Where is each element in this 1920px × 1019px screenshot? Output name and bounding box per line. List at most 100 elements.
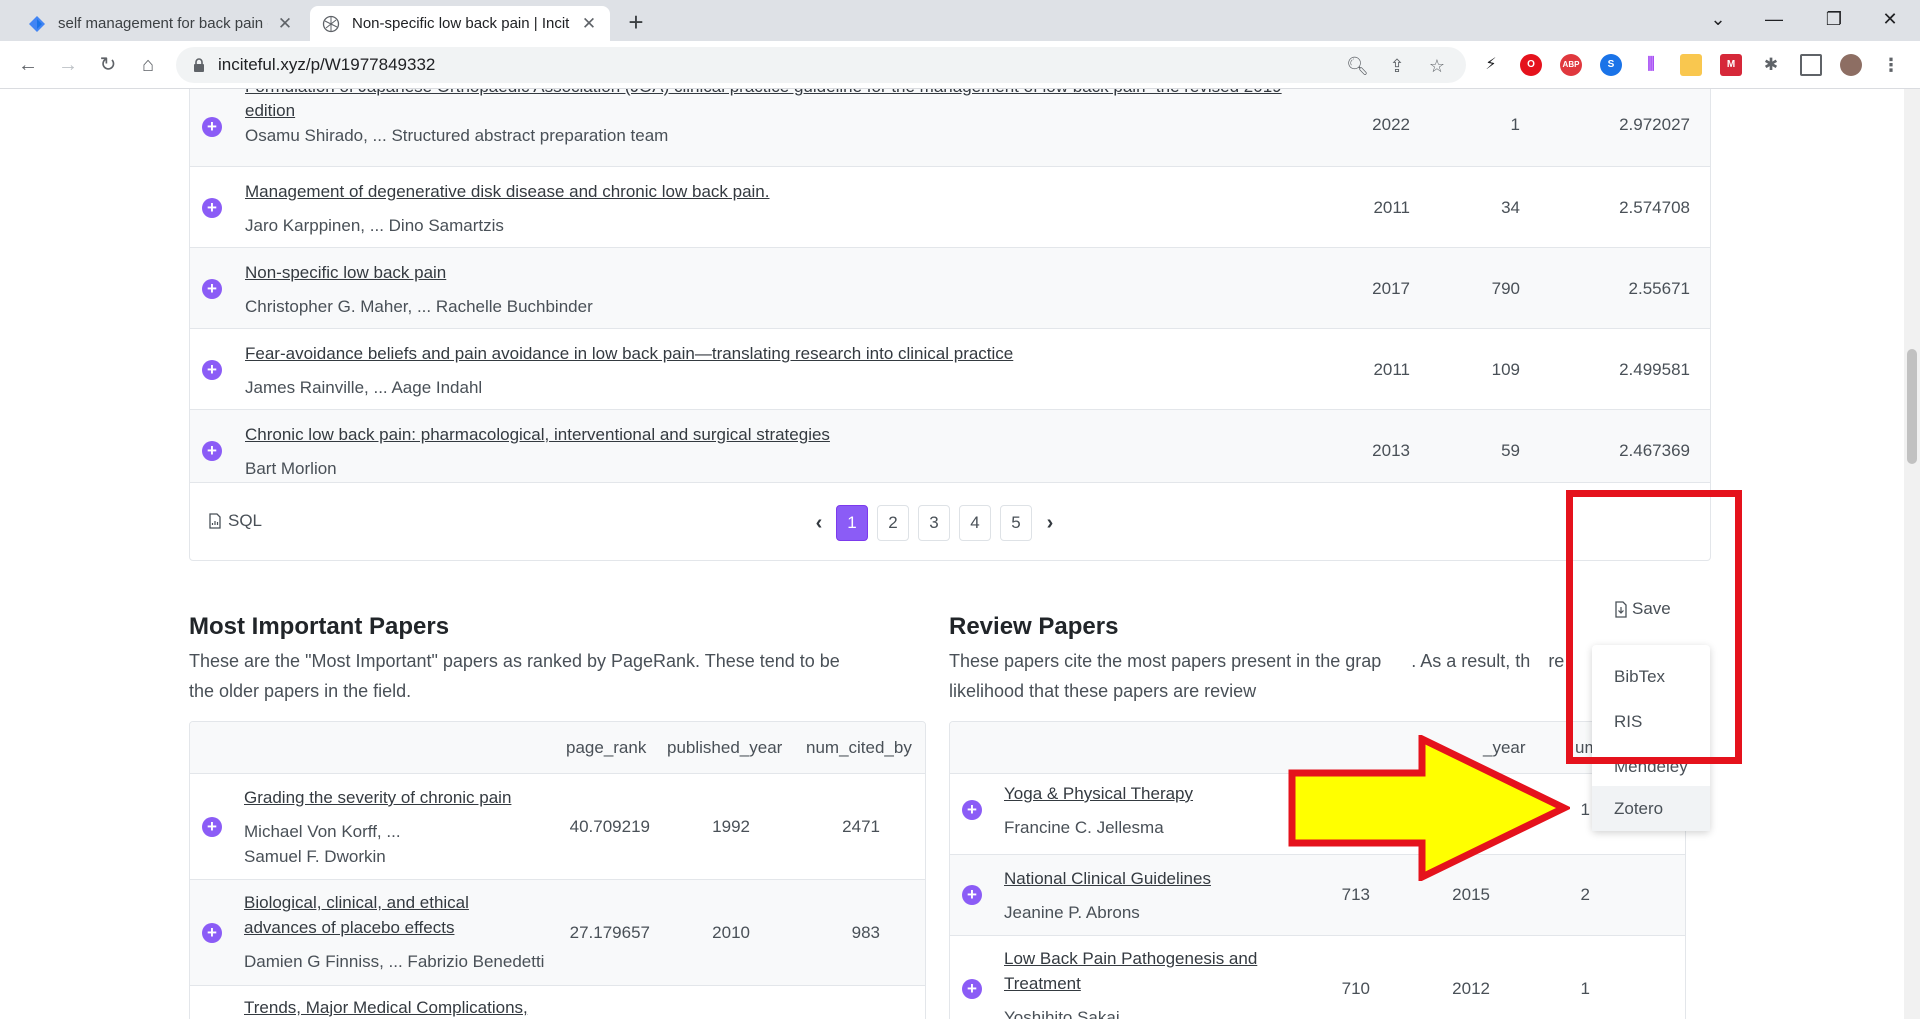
folder-extension-icon[interactable] [1680, 54, 1702, 76]
opera-extension-icon[interactable]: O [1520, 54, 1542, 76]
page-3-button[interactable]: 3 [918, 505, 950, 541]
lock-icon [194, 58, 204, 72]
table-footer: SQL ‹ 1 2 3 4 5 › [190, 483, 1710, 561]
paper-title-link[interactable]: Chronic low back pain: pharmacological, … [245, 425, 830, 445]
most-important-description-line-1: These are the "Most Important" papers as… [189, 651, 840, 671]
minimize-icon[interactable]: — [1746, 0, 1802, 41]
add-paper-icon[interactable]: + [962, 885, 982, 905]
network-favicon-icon [322, 15, 340, 32]
paper-cited-count: 34 [1501, 198, 1520, 217]
paper-year: 2013 [1372, 441, 1410, 460]
paper-cited-count: 983 [851, 923, 880, 942]
yellow-arrow-annotation-icon [1288, 735, 1570, 881]
add-paper-icon[interactable]: + [202, 117, 222, 137]
restore-icon[interactable]: ❐ [1806, 0, 1862, 41]
forward-arrow-icon[interactable]: → [52, 49, 84, 81]
most-important-table: page_rank published_year num_cited_by + … [189, 721, 926, 1019]
menu-kebab-icon[interactable]: ⋮ [1880, 54, 1902, 76]
paper-score: 2.499581 [1619, 360, 1690, 379]
scrollbar-thumb[interactable] [1907, 349, 1917, 464]
paper-title-link[interactable]: Trends, Major Medical Complications, [244, 998, 528, 1018]
paper-authors: Michael Von Korff, ... [244, 822, 401, 841]
column-num-cited-by[interactable]: num_cited_by [806, 738, 912, 758]
paper-authors: Bart Morlion [245, 459, 337, 478]
paper-title-link[interactable]: Grading the severity of chronic pain [244, 788, 511, 808]
bookmark-star-icon[interactable]: ☆ [1426, 55, 1448, 77]
paper-title-link[interactable]: Biological, clinical, and ethical [244, 893, 469, 913]
browser-toolbar: ← → ↻ ⌂ inciteful.xyz/p/W1977849332 🔍︎ ⇪… [0, 41, 1920, 89]
save-option-zotero[interactable]: Zotero [1592, 786, 1710, 831]
add-paper-icon[interactable]: + [202, 279, 222, 299]
paper-title-link-continued[interactable]: advances of placebo effects [244, 918, 454, 938]
next-page-icon[interactable]: › [1041, 512, 1059, 535]
zoom-icon[interactable]: 🔍︎ [1346, 55, 1369, 77]
paper-score: 2.467369 [1619, 441, 1690, 460]
paper-title-link-continued[interactable]: Treatment [1004, 974, 1081, 994]
bolt-extension-icon[interactable]: ⚡ [1480, 54, 1502, 76]
diamond-favicon-icon [29, 15, 45, 32]
paper-title-link[interactable]: Non-specific low back pain [245, 263, 446, 283]
review-description-line-2: likelihood that these papers are review [949, 681, 1257, 701]
paper-year: 2017 [1372, 279, 1410, 298]
paper-title-link[interactable]: Fear-avoidance beliefs and pain avoidanc… [245, 344, 1013, 364]
library-extension-icon[interactable]: ⫼ [1640, 54, 1662, 76]
add-paper-icon[interactable]: + [962, 979, 982, 999]
paper-title-link-continued[interactable]: edition [245, 101, 295, 121]
tab-non-specific-low-back-pain[interactable]: Non-specific low back pain | Incit ✕ [310, 6, 610, 41]
paper-cited-count: 1 [1580, 979, 1590, 998]
reload-icon[interactable]: ↻ [92, 49, 124, 81]
page-scrollbar[interactable] [1904, 89, 1920, 1019]
back-arrow-icon[interactable]: ← [12, 49, 44, 81]
add-paper-icon[interactable]: + [202, 360, 222, 380]
paper-title-link[interactable]: Management of degenerative disk disease … [245, 182, 770, 202]
adblock-extension-icon[interactable]: ABP [1560, 54, 1582, 76]
paper-title-link[interactable]: Formulation of Japanese Orthopaedic Asso… [245, 89, 1282, 97]
new-tab-icon[interactable]: + [622, 9, 650, 37]
most-important-description-line-2: the older papers in the field. [189, 681, 412, 701]
pagination: ‹ 1 2 3 4 5 › [810, 505, 1067, 541]
tab-self-management[interactable]: self management for back pain - ✕ [16, 6, 306, 41]
page-4-button[interactable]: 4 [959, 505, 991, 541]
paper-authors: Damien G Finniss, ... Fabrizio Benedetti [244, 952, 545, 971]
paper-year: 1992 [712, 817, 750, 836]
table-row: Trends, Major Medical Complications, [190, 986, 925, 1019]
tab-search-chevron-icon[interactable]: ⌄ [1690, 0, 1746, 41]
close-tab-icon[interactable]: ✕ [580, 14, 598, 33]
paper-year: 2015 [1452, 885, 1490, 904]
papers-table: + Formulation of Japanese Orthopaedic As… [189, 89, 1711, 561]
paper-page-rank: 27.179657 [569, 923, 650, 942]
paper-title-link[interactable]: Yoga & Physical Therapy [1004, 784, 1193, 804]
profile-avatar[interactable] [1840, 54, 1862, 76]
review-papers-heading: Review Papers [949, 613, 1119, 640]
page-2-button[interactable]: 2 [877, 505, 909, 541]
add-paper-icon[interactable]: + [202, 441, 222, 461]
paper-title-link[interactable]: Low Back Pain Pathogenesis and [1004, 949, 1257, 969]
home-icon[interactable]: ⌂ [132, 49, 164, 81]
paper-cited-count: 59 [1501, 441, 1520, 460]
add-paper-icon[interactable]: + [202, 198, 222, 218]
paper-authors: Christopher G. Maher, ... Rachelle Buchb… [245, 297, 593, 316]
add-paper-icon[interactable]: + [962, 800, 982, 820]
column-page-rank[interactable]: page_rank [566, 738, 646, 758]
extensions-puzzle-icon[interactable]: ✱ [1760, 54, 1782, 76]
side-panel-icon[interactable] [1800, 54, 1822, 76]
page-5-button[interactable]: 5 [1000, 505, 1032, 541]
sql-button[interactable]: SQL [208, 511, 262, 531]
paper-title-link[interactable]: National Clinical Guidelines [1004, 869, 1211, 889]
page-content: + Formulation of Japanese Orthopaedic As… [0, 89, 1920, 1019]
add-paper-icon[interactable]: + [202, 923, 222, 943]
table-row: + Grading the severity of chronic pain M… [190, 774, 925, 880]
s-extension-icon[interactable]: S [1600, 54, 1622, 76]
document-icon [209, 513, 221, 529]
close-window-icon[interactable]: ✕ [1862, 0, 1918, 41]
previous-page-icon[interactable]: ‹ [810, 512, 828, 535]
mendeley-extension-icon[interactable]: M [1720, 54, 1742, 76]
add-paper-icon[interactable]: + [202, 817, 222, 837]
close-tab-icon[interactable]: ✕ [276, 14, 294, 33]
paper-authors: Osamu Shirado, ... Structured abstract p… [245, 126, 669, 145]
page-1-button[interactable]: 1 [836, 505, 868, 541]
share-icon[interactable]: ⇪ [1386, 55, 1408, 77]
table-row: + Chronic low back pain: pharmacological… [190, 410, 1710, 483]
address-bar[interactable]: inciteful.xyz/p/W1977849332 🔍︎ ⇪ ☆ [176, 47, 1466, 83]
column-published-year[interactable]: published_year [667, 738, 782, 758]
